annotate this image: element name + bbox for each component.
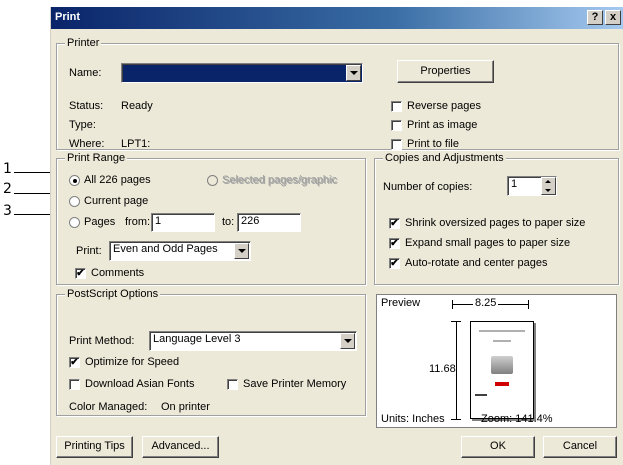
callout-3: 3 (3, 203, 12, 219)
selected-pages-radio[interactable] (207, 175, 218, 186)
shrink-label: Shrink oversized pages to paper size (405, 217, 586, 229)
printer-image-icon (491, 356, 513, 374)
print-method-select[interactable]: Language Level 3 (149, 331, 357, 351)
color-managed-value: On printer (161, 401, 210, 413)
copies-legend: Copies and Adjustments (383, 152, 506, 164)
save-memory-checkbox[interactable] (227, 379, 238, 390)
optimize-checkbox[interactable]: ✔ (69, 357, 80, 368)
print-subset-select[interactable]: Even and Odd Pages (109, 241, 251, 261)
comments-checkbox[interactable]: ✔ (75, 268, 86, 279)
print-method-label: Print Method: (69, 335, 135, 347)
all-pages-label: All 226 pages (84, 174, 151, 186)
ok-button[interactable]: OK (461, 436, 535, 458)
properties-button[interactable]: Properties (397, 60, 494, 83)
page-text-line (493, 340, 511, 342)
all-pages-radio[interactable] (69, 175, 80, 186)
printer-legend: Printer (65, 37, 102, 49)
copies-group: Copies and Adjustments Number of copies:… (374, 152, 619, 285)
print-method-value: Language Level 3 (153, 333, 241, 345)
comments-label: Comments (91, 267, 145, 279)
cancel-button[interactable]: Cancel (543, 436, 617, 458)
chevron-down-icon[interactable] (346, 65, 361, 81)
chevron-down-icon[interactable] (340, 333, 355, 349)
print-subset-label: Print: (76, 245, 102, 257)
color-managed-label: Color Managed: (69, 401, 148, 413)
preview-pane: Preview 8.25 11.68 Units: Inches Zoom: 1… (376, 294, 617, 428)
printer-name-label: Name: (69, 67, 102, 79)
asian-fonts-checkbox[interactable] (69, 379, 80, 390)
pages-label: Pages (84, 216, 116, 228)
page-text-line (479, 330, 525, 332)
print-to-file-label: Print to file (407, 138, 459, 150)
print-dialog: Print ? x Printer Name: Properties Statu… (50, 7, 623, 465)
expand-label: Expand small pages to paper size (405, 237, 571, 249)
preview-width: 8.25 (473, 297, 499, 309)
printing-tips-button[interactable]: Printing Tips (56, 436, 133, 458)
asian-fonts-label: Download Asian Fonts (85, 378, 195, 390)
type-label: Type: (69, 119, 96, 131)
page-footer-text (475, 394, 487, 396)
number-of-copies-value: 1 (511, 178, 518, 190)
number-of-copies-label: Number of copies: (383, 181, 473, 193)
height-dimension-line (456, 321, 457, 419)
save-memory-label: Save Printer Memory (243, 378, 347, 390)
current-page-label: Current page (84, 195, 149, 207)
where-label: Where: (69, 138, 105, 150)
width-dimension-tick (452, 300, 453, 309)
preview-label: Preview (381, 297, 421, 309)
status-label: Status: (69, 100, 104, 112)
autorotate-checkbox[interactable]: ✔ (389, 258, 400, 269)
selected-pages-label: Selected pages/graphic (222, 174, 337, 186)
title-bar[interactable]: Print ? x (51, 7, 623, 29)
preview-height: 11.68 (429, 363, 456, 375)
page-thumbnail (470, 321, 534, 419)
chevron-down-icon[interactable] (234, 243, 249, 259)
height-dimension-tick (451, 321, 461, 322)
print-as-image-checkbox[interactable] (391, 120, 402, 131)
printer-group: Printer Name: Properties Status: Ready T… (56, 37, 619, 150)
expand-checkbox[interactable]: ✔ (389, 238, 400, 249)
where-value: LPT1: (121, 138, 151, 150)
callout-1: 1 (3, 161, 12, 177)
printer-name-select[interactable] (121, 63, 363, 83)
print-to-file-checkbox[interactable] (391, 139, 402, 150)
height-dimension-tick (451, 419, 461, 420)
print-as-image-label: Print as image (407, 119, 478, 131)
postscript-group: PostScript Options Print Method: Languag… (56, 288, 366, 416)
width-dimension-tick (528, 300, 529, 309)
help-button[interactable]: ? (587, 10, 603, 25)
reverse-pages-checkbox[interactable] (391, 101, 402, 112)
window-title: Print (55, 11, 81, 23)
postscript-legend: PostScript Options (65, 288, 161, 300)
preview-units: Units: Inches (381, 413, 445, 425)
close-button[interactable]: x (605, 10, 621, 25)
status-value: Ready (121, 100, 153, 112)
copies-spinner[interactable] (541, 177, 556, 195)
callout-2: 2 (3, 181, 12, 197)
advanced-button[interactable]: Advanced... (142, 436, 219, 458)
current-page-radio[interactable] (69, 196, 80, 207)
from-label: from: (125, 216, 151, 228)
pages-radio[interactable] (69, 217, 80, 228)
shrink-checkbox[interactable]: ✔ (389, 218, 400, 229)
autorotate-label: Auto-rotate and center pages (405, 257, 548, 269)
preview-zoom: Zoom: 141.4% (481, 413, 553, 425)
to-label: to: (222, 216, 235, 228)
optimize-label: Optimize for Speed (85, 356, 180, 368)
to-input[interactable]: 226 (237, 213, 301, 232)
reverse-pages-label: Reverse pages (407, 100, 481, 112)
print-range-legend: Print Range (65, 152, 128, 164)
print-range-group: Print Range All 226 pages Selected pages… (56, 152, 366, 285)
print-subset-value: Even and Odd Pages (113, 243, 218, 255)
from-input[interactable]: 1 (151, 213, 215, 232)
red-mark (495, 382, 509, 386)
